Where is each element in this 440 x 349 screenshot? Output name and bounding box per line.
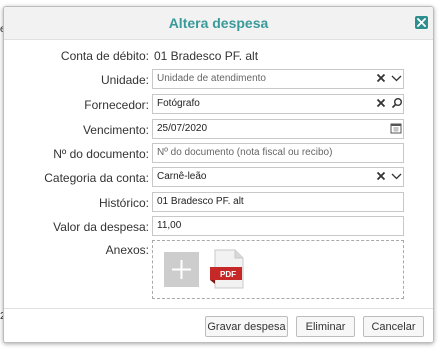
- supplier-row: Fornecedor: Fotógrafo: [4, 94, 433, 114]
- document-number-input[interactable]: Nº do documento (nota fiscal ou recibo): [152, 143, 404, 163]
- account-row: Conta de débito: 01 Bradesco PF. alt: [4, 45, 433, 65]
- document-number-label: Nº do documento:: [53, 147, 149, 161]
- supplier-input[interactable]: Fotógrafo: [152, 94, 404, 114]
- supplier-label: Fornecedor:: [84, 98, 149, 112]
- calendar-icon[interactable]: [390, 122, 402, 134]
- unit-row: Unidade: Unidade de atendimento: [4, 69, 433, 89]
- delete-button[interactable]: Eliminar: [296, 316, 355, 337]
- plus-icon: [172, 260, 191, 279]
- amount-label: Valor da despesa:: [53, 220, 149, 234]
- cancel-button[interactable]: Cancelar: [363, 316, 424, 337]
- clear-icon[interactable]: [376, 170, 386, 182]
- attachments-dropzone[interactable]: PDF: [152, 240, 404, 299]
- pdf-attachment[interactable]: PDF: [209, 249, 249, 289]
- pdf-file-icon: [210, 249, 244, 289]
- chevron-down-icon[interactable]: [391, 72, 402, 84]
- chevron-down-icon[interactable]: [391, 170, 402, 182]
- amount-row: Valor da despesa: 11,00: [4, 216, 433, 236]
- expense-form: Conta de débito: 01 Bradesco PF. alt Uni…: [4, 7, 433, 342]
- due-date-row: Vencimento: 25/07/2020: [4, 119, 433, 139]
- add-attachment-button[interactable]: [164, 252, 199, 287]
- history-row: Histórico: 01 Bradesco PF. alt: [4, 192, 433, 212]
- unit-label: Unidade:: [100, 73, 149, 87]
- document-number-row: Nº do documento: Nº do documento (nota f…: [4, 143, 433, 163]
- attachments-label: Anexos:: [105, 243, 149, 257]
- edit-expense-dialog: Altera despesa Conta de débito: 01 Brade…: [3, 6, 434, 343]
- history-input[interactable]: 01 Bradesco PF. alt: [152, 192, 404, 212]
- dialog-footer: Gravar despesa Eliminar Cancelar: [4, 308, 433, 342]
- category-select[interactable]: Carnê-leão: [152, 167, 404, 187]
- due-date-label: Vencimento:: [82, 123, 149, 137]
- clear-icon[interactable]: [376, 97, 386, 109]
- unit-select[interactable]: Unidade de atendimento: [152, 69, 404, 89]
- account-label: Conta de débito:: [60, 49, 149, 63]
- account-value: 01 Bradesco PF. alt: [154, 49, 259, 63]
- save-expense-button[interactable]: Gravar despesa: [205, 316, 288, 337]
- amount-input[interactable]: 11,00: [152, 216, 404, 236]
- category-row: Categoria da conta: Carnê-leão: [4, 167, 433, 187]
- category-label: Categoria da conta:: [44, 171, 149, 185]
- history-label: Histórico:: [98, 196, 149, 210]
- due-date-input[interactable]: 25/07/2020: [152, 119, 404, 139]
- clear-icon[interactable]: [376, 72, 386, 84]
- search-icon[interactable]: [391, 97, 403, 109]
- pdf-label: PDF: [220, 270, 236, 279]
